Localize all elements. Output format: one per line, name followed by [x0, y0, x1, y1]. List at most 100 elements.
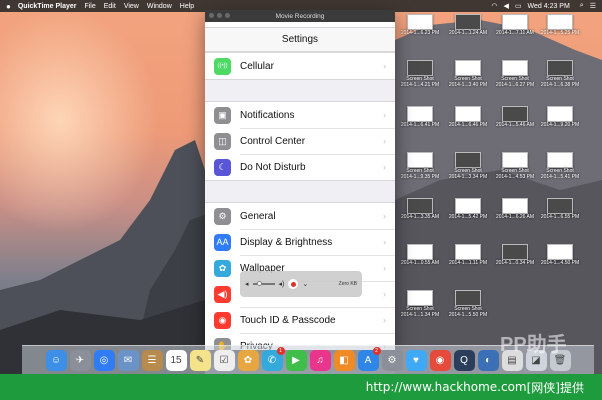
settings-row-label: Touch ID & Passcode — [240, 307, 395, 333]
menu-bar-status: ◠ ◀ ▭ Wed 4:23 PM ⌕ ☰ — [491, 2, 596, 10]
desktop-file-icon[interactable]: 2014-1...9.20 PM — [538, 106, 582, 136]
close-button[interactable] — [209, 13, 214, 18]
finder-icon[interactable]: ☺ — [45, 349, 67, 371]
app-icon[interactable]: ◐ — [477, 349, 499, 371]
desktop-file-icon[interactable]: 2014-1...7.11 AM — [493, 14, 537, 44]
desktop-file-icon[interactable]: 2014-1...0.55 AM — [398, 244, 442, 274]
app-store-icon[interactable]: A2 — [357, 346, 381, 371]
desktop-file-icon[interactable]: 2014-1...6.26 AM — [493, 198, 537, 228]
menu-clock[interactable]: Wed 4:23 PM — [528, 3, 570, 10]
chevron-right-icon: › — [383, 289, 386, 299]
search-icon[interactable]: ⌕ — [580, 2, 584, 10]
desktop-file-icon[interactable]: 2014-1...4.50 PM — [538, 244, 582, 274]
moon-icon: ☾ — [214, 158, 231, 176]
desktop-file-icon[interactable]: Screen Shot 2014-1...5.41 PM — [538, 152, 582, 182]
reminders-icon[interactable]: ☑ — [213, 349, 235, 371]
photos-icon[interactable]: ✿ — [237, 349, 259, 371]
notification-badge: 2 — [372, 346, 381, 355]
chevron-right-icon: › — [383, 315, 386, 325]
system-preferences-icon[interactable]: ⚙ — [381, 349, 403, 371]
menu-edit[interactable]: Edit — [104, 3, 116, 10]
desktop-file-icon[interactable]: 2014-1...6.46 PM — [446, 106, 490, 136]
minimize-button[interactable] — [217, 13, 222, 18]
settings-row[interactable]: ⚙ General › — [205, 203, 395, 229]
settings-row[interactable]: ☾ Do Not Disturb › — [205, 154, 395, 180]
desktop-file-icon[interactable]: 2014-1...6.23 PM — [398, 14, 442, 44]
desktop-file-date: 2014-1...6.26 AM — [495, 214, 535, 220]
wifi-icon[interactable]: ◠ — [491, 2, 497, 10]
battery-icon[interactable]: ▭ — [515, 2, 522, 10]
zoom-button[interactable] — [225, 13, 230, 18]
desktop-file-icon[interactable]: Screen Shot 2014-1...5.50 PM — [446, 290, 490, 320]
apple-menu-icon[interactable]: ● — [6, 2, 11, 11]
options-chevron-icon[interactable]: ⌄ — [302, 280, 308, 288]
desktop-file-icon[interactable]: Screen Shot 2014-1...6.38 PM — [538, 60, 582, 90]
desktop-file-icon[interactable]: 2014-1...3.35 AM — [398, 198, 442, 228]
launchpad-icon[interactable]: ✈ — [69, 349, 91, 371]
dock-app-glyph: ☰ — [147, 354, 157, 366]
desktop-file-icon[interactable]: 2014-1...6.41 PM — [398, 106, 442, 136]
volume-high-icon: ◂) — [278, 281, 285, 288]
menu-view[interactable]: View — [124, 3, 139, 10]
desktop-file-date: 2014-1...3.40 PM — [448, 82, 488, 88]
volume-slider[interactable] — [252, 281, 275, 286]
desktop-file-date: 2014-1...5.25 PM — [540, 30, 580, 36]
messages-icon[interactable]: ✆ 1 — [261, 346, 285, 371]
quicktime-icon[interactable]: Q — [453, 349, 475, 371]
settings-row[interactable]: ▣ Notifications › — [205, 102, 395, 128]
desktop-file-icon[interactable]: 2014-1...6.55 PM — [538, 198, 582, 228]
desktop-file-icon[interactable]: Screen Shot 2014-1...3.40 PM — [446, 60, 490, 90]
menu-help[interactable]: Help — [180, 3, 194, 10]
source-banner: http://www.hackhome.com [网侠]提供 — [0, 374, 602, 400]
window-titlebar[interactable]: Movie Recording — [205, 10, 395, 22]
desktop-file-icon[interactable]: Screen Shot 2014-1...4.21 PM — [398, 60, 442, 90]
desktop-file-date: 2014-1...4.21 PM — [400, 82, 440, 88]
record-button[interactable] — [288, 279, 299, 289]
desktop-file-date: 2014-1...5.42 PM — [448, 214, 488, 220]
facetime-icon[interactable]: ▶ — [285, 349, 307, 371]
menu-app-name[interactable]: QuickTime Player — [18, 3, 77, 10]
settings-row[interactable]: ◉ Touch ID & Passcode › — [205, 307, 395, 333]
dock-app-glyph: ✆ — [267, 354, 277, 366]
safari-icon[interactable]: ◎ — [93, 349, 115, 371]
settings-row-label: Cellular — [240, 60, 274, 72]
itunes-icon[interactable]: ♫ — [309, 349, 331, 371]
sounds-icon: ◀) — [214, 285, 231, 303]
chevron-right-icon: › — [383, 61, 386, 71]
desktop-file-icon[interactable]: 2014-1...5.25 PM — [538, 14, 582, 44]
screenshot-thumbnail — [547, 198, 573, 214]
desktop-file-icon[interactable]: Screen Shot 2014-1...9.35 PM — [398, 152, 442, 182]
settings-row[interactable]: AA Display & Brightness › — [205, 229, 395, 255]
list-icon[interactable]: ☰ — [590, 2, 596, 10]
desktop-file-icon[interactable]: Screen Shot 2014-1...1.34 PM — [398, 290, 442, 320]
twitter-icon[interactable]: ♥ — [405, 349, 427, 371]
screenshot-thumbnail — [502, 60, 528, 76]
desktop-file-icon[interactable]: 2014-1...5.46 AM — [493, 106, 537, 136]
settings-list: ((•)) Cellular › ▣ Notifications › ◫ Control Ce… — [205, 52, 395, 350]
chrome-icon[interactable]: ◉ — [429, 349, 451, 371]
settings-row[interactable]: ◫ Control Center › — [205, 128, 395, 154]
contacts-icon[interactable]: ☰ — [141, 349, 163, 371]
screenshot-thumbnail — [547, 244, 573, 260]
menu-window[interactable]: Window — [147, 3, 172, 10]
menu-file[interactable]: File — [84, 3, 95, 10]
dock-app-glyph: ◧ — [339, 354, 349, 366]
desktop-file-icon[interactable]: 2014-1...0.34 PM — [493, 244, 537, 274]
desktop-file-icon[interactable]: Screen Shot 2014-1...4.53 PM — [493, 152, 537, 182]
ibooks-icon[interactable]: ◧ — [333, 349, 355, 371]
window-title: Movie Recording — [275, 12, 325, 20]
recording-size: Zero KB — [338, 281, 357, 287]
settings-row-label: General — [240, 210, 276, 222]
settings-row[interactable]: ((•)) Cellular › — [205, 53, 395, 79]
desktop-file-icon[interactable]: 2014-1...1.24 AM — [446, 14, 490, 44]
control-center-icon: ◫ — [214, 132, 231, 150]
volume-icon[interactable]: ◀ — [504, 2, 509, 10]
desktop-file-icon[interactable]: 2014-1...5.42 PM — [446, 198, 490, 228]
calendar-icon[interactable]: 15 — [165, 349, 187, 371]
desktop-file-icon[interactable]: Screen Shot 2014-1...6.27 PM — [493, 60, 537, 90]
mail-icon[interactable]: ✉ — [117, 349, 139, 371]
screenshot-thumbnail — [502, 198, 528, 214]
notes-icon[interactable]: ✎ — [189, 349, 211, 371]
desktop-file-icon[interactable]: Screen Shot 2014-1...3.34 PM — [446, 152, 490, 182]
desktop-file-icon[interactable]: 2014-1...1.11 PM — [446, 244, 490, 274]
